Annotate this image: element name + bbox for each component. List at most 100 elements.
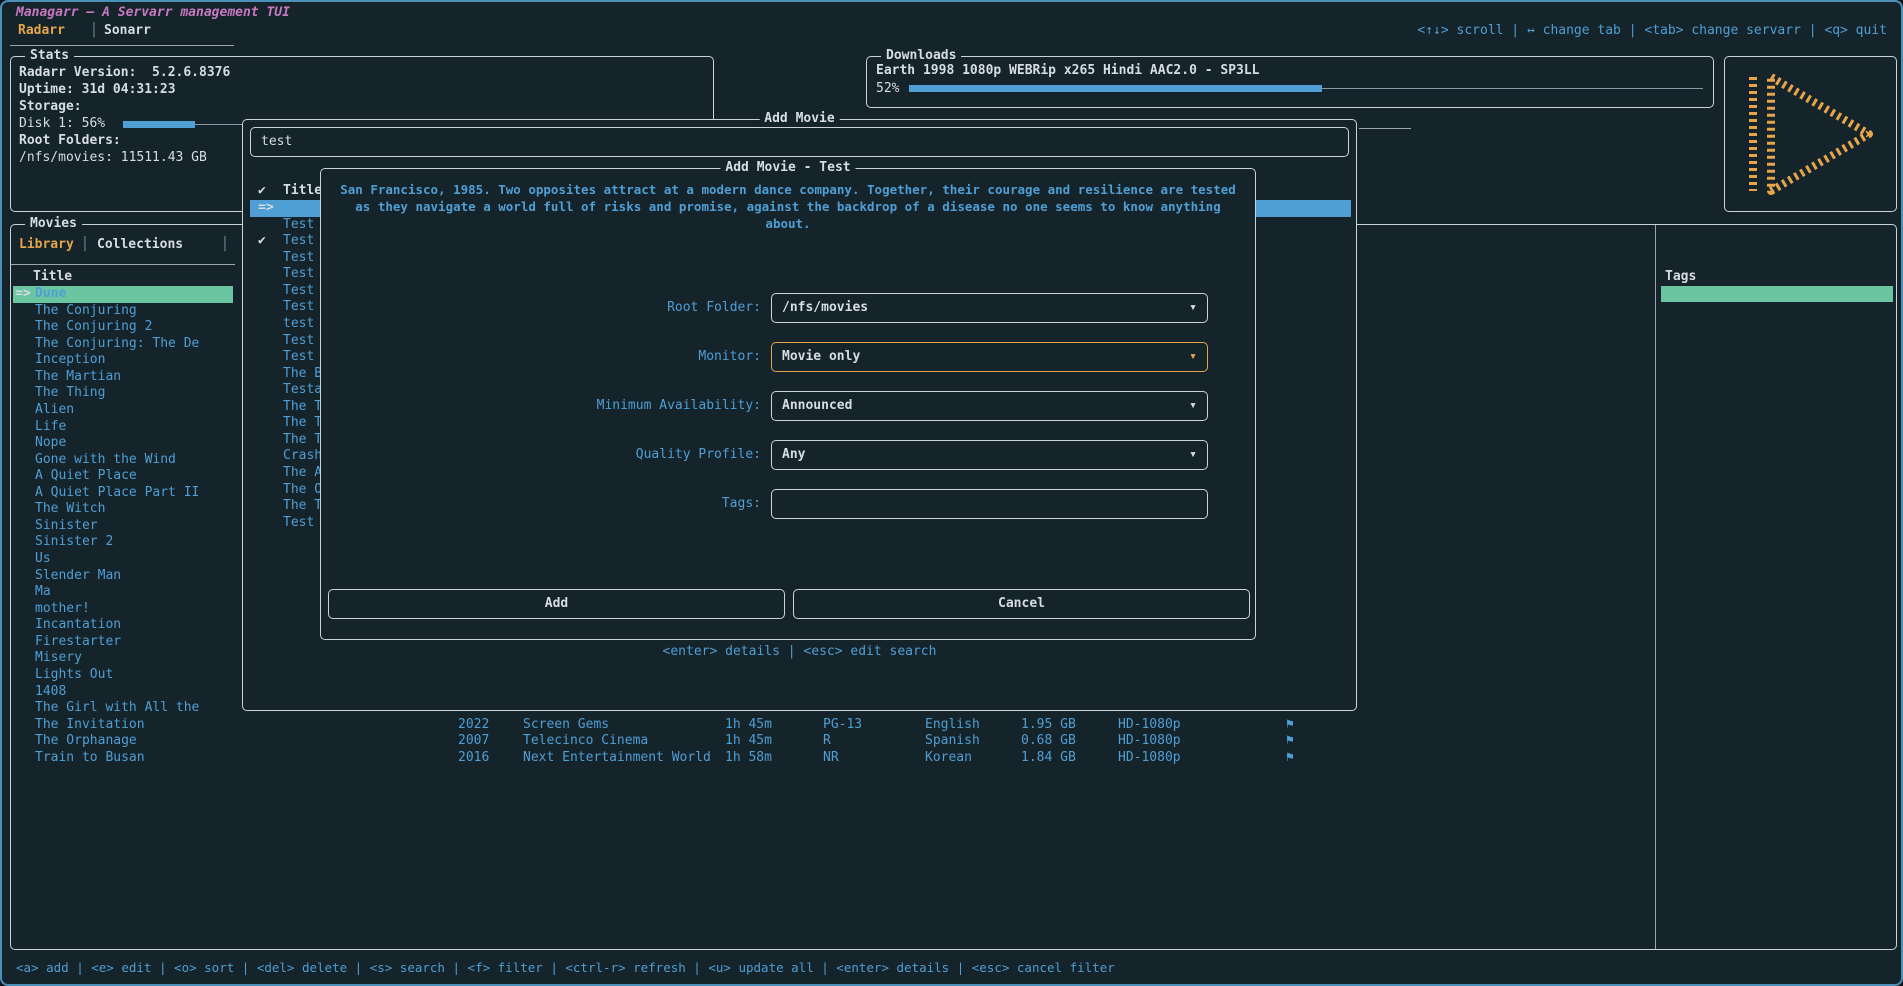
row-title: Test — [283, 217, 314, 234]
movie-cell-runtime: 1h 45m — [725, 733, 772, 749]
movie-cell-language: Spanish — [925, 733, 980, 749]
movie-row[interactable]: Nope — [13, 435, 233, 452]
monitor-select[interactable]: Movie only ▾ — [771, 342, 1208, 372]
movie-cell-language: English — [925, 717, 980, 733]
movie-cell-quality: HD-1080p — [1118, 733, 1181, 749]
row-title: 1408 — [35, 684, 66, 701]
movie-row[interactable]: Inception — [13, 352, 233, 369]
check-icon: ✔ — [258, 233, 266, 250]
tab-radarr[interactable]: Radarr — [18, 23, 65, 39]
monitored-flag-icon: ⚑ — [1286, 733, 1294, 749]
row-title: The Invitation — [35, 717, 145, 734]
movie-cell-year: 2007 — [458, 733, 489, 749]
row-title: Test — [283, 200, 314, 217]
movie-row[interactable]: Sinister — [13, 518, 233, 535]
collections-tab-divider: │ — [221, 237, 229, 253]
root-folder-select[interactable]: /nfs/movies ▾ — [771, 293, 1208, 323]
add-button[interactable]: Add — [328, 589, 785, 619]
row-title: The Girl with All the — [35, 700, 199, 717]
movie-row[interactable]: The Conjuring: The De — [13, 336, 233, 353]
tab-divider: │ — [90, 23, 98, 39]
row-title: The Witch — [35, 501, 105, 518]
movies-panel-title: Movies — [25, 216, 82, 232]
quality-profile-select[interactable]: Any ▾ — [771, 440, 1208, 470]
results-title-header: Title — [283, 183, 322, 199]
modal-description: San Francisco, 1985. Two opposites attra… — [329, 181, 1247, 232]
row-title: Dune — [35, 286, 66, 303]
selected-movie-tags-cell — [1661, 286, 1893, 302]
row-title: Sinister — [35, 518, 98, 535]
search-value: test — [261, 134, 292, 150]
row-title: A Quiet Place Part II — [35, 485, 199, 502]
movie-row[interactable]: Slender Man — [13, 568, 233, 585]
movie-cell-studio: Screen Gems — [523, 717, 609, 733]
row-title: Test — [283, 333, 314, 350]
stats-title: Stats — [25, 48, 74, 64]
movie-cell-language: Korean — [925, 750, 972, 766]
movie-cell-size: 0.68 GB — [1021, 733, 1076, 749]
movie-cell-size: 1.84 GB — [1021, 750, 1076, 766]
logo-panel — [1724, 56, 1897, 212]
movie-row[interactable]: The Conjuring — [13, 303, 233, 320]
row-title: Sinister 2 — [35, 534, 113, 551]
row-title: Test — [283, 299, 314, 316]
minimum-availability-value: Announced — [782, 398, 852, 414]
movie-row[interactable]: The Witch — [13, 501, 233, 518]
movie-row[interactable]: Firestarter — [13, 634, 233, 651]
minimum-availability-select[interactable]: Announced ▾ — [771, 391, 1208, 421]
movie-row[interactable]: =>Dune — [13, 286, 233, 303]
results-check-header-icon: ✔ — [258, 183, 266, 199]
add-movie-modal: Add Movie - Test San Francisco, 1985. Tw… — [320, 168, 1256, 640]
movie-row[interactable]: Lights Out — [13, 667, 233, 684]
managarr-logo-icon — [1743, 71, 1881, 197]
app-title: Managarr — A Servarr management TUI — [16, 5, 290, 21]
movie-cell-runtime: 1h 45m — [725, 717, 772, 733]
download-progress-fill — [909, 85, 1322, 92]
row-title: The Orphanage — [35, 733, 137, 750]
movie-row[interactable]: Train to Busan — [13, 750, 233, 767]
movie-row[interactable]: Sinister 2 — [13, 534, 233, 551]
download-item: Earth 1998 1080p WEBRip x265 Hindi AAC2.… — [876, 63, 1260, 79]
cancel-button[interactable]: Cancel — [793, 589, 1250, 619]
row-title: Lights Out — [35, 667, 113, 684]
movie-row[interactable]: Incantation — [13, 617, 233, 634]
tab-library[interactable]: Library — [19, 237, 74, 253]
chevron-down-icon: ▾ — [1189, 447, 1197, 463]
movie-row[interactable]: 1408 — [13, 684, 233, 701]
downloads-panel: Downloads Earth 1998 1080p WEBRip x265 H… — [866, 56, 1714, 108]
stats-disk-label: Disk 1: 56% — [19, 116, 105, 132]
movies-tabs-underline — [11, 264, 235, 265]
movie-row[interactable]: mother! — [13, 601, 233, 618]
row-title: The Conjuring: The De — [35, 336, 199, 353]
tab-collections[interactable]: Collections — [97, 237, 183, 253]
movie-row[interactable]: A Quiet Place — [13, 468, 233, 485]
movie-cell-studio: Next Entertainment World — [523, 750, 711, 766]
movie-row[interactable]: The Girl with All the — [13, 700, 233, 717]
movie-row[interactable]: Gone with the Wind — [13, 452, 233, 469]
tags-input[interactable] — [771, 489, 1208, 519]
movie-row[interactable]: Us — [13, 551, 233, 568]
row-title: Test — [283, 515, 314, 532]
movie-row[interactable]: Alien — [13, 402, 233, 419]
movie-row[interactable]: The Invitation — [13, 717, 233, 734]
row-title: Test — [283, 266, 314, 283]
row-title: A Quiet Place — [35, 468, 137, 485]
selection-arrow: => — [258, 200, 274, 217]
movie-row[interactable]: The Orphanage — [13, 733, 233, 750]
movie-row[interactable]: Ma — [13, 584, 233, 601]
movie-row[interactable]: The Thing — [13, 385, 233, 402]
monitor-value: Movie only — [782, 349, 860, 365]
movie-row[interactable]: The Martian — [13, 369, 233, 386]
movie-row[interactable]: Misery — [13, 650, 233, 667]
row-title: Test — [283, 250, 314, 267]
row-title: test — [283, 316, 314, 333]
chevron-down-icon: ▾ — [1189, 349, 1197, 365]
border-fragment — [1359, 128, 1411, 129]
row-title: Test — [283, 283, 314, 300]
tab-sonarr[interactable]: Sonarr — [104, 23, 151, 39]
movie-row[interactable]: A Quiet Place Part II — [13, 485, 233, 502]
movie-cell-quality: HD-1080p — [1118, 750, 1181, 766]
movie-row[interactable]: The Conjuring 2 — [13, 319, 233, 336]
movie-row[interactable]: Life — [13, 419, 233, 436]
movie-search-input[interactable]: test — [250, 127, 1349, 157]
